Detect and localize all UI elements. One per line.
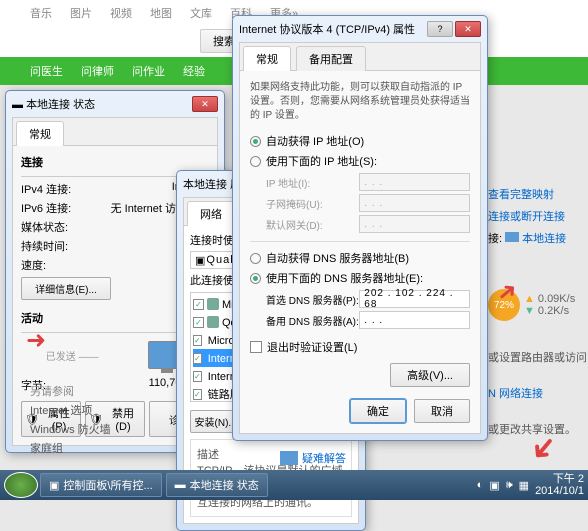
see-also-label: 另请参阅 — [30, 383, 111, 399]
download-meter: ▼0.2K/s — [524, 305, 575, 317]
link-connect[interactable]: 连接或断开连接 — [488, 208, 588, 224]
task-control-panel[interactable]: ▣控制面板\所有控... — [40, 473, 162, 497]
dns2-label: 备用 DNS 服务器(A): — [266, 313, 359, 328]
ok-button[interactable]: 确定 — [350, 399, 406, 423]
radio-use-ip[interactable] — [250, 156, 261, 167]
nav-link[interactable]: 图片 — [70, 5, 92, 21]
left-links: 另请参阅 Internet 选项 Windows 防火墙 家庭组 — [30, 380, 111, 459]
text-router: 或设置路由器或访问 — [488, 349, 588, 365]
network-icon: ▬ — [175, 479, 186, 491]
tray-icon[interactable]: ▣ — [489, 479, 499, 492]
network-icon: ▬ — [12, 99, 26, 111]
tray-icon[interactable]: ◐ — [477, 479, 484, 491]
radio-auto-dns[interactable] — [250, 253, 261, 264]
subnet-field: . . . — [359, 194, 470, 212]
section-connection: 连接 — [21, 154, 209, 170]
tray-icon[interactable]: 🕪 — [506, 479, 513, 492]
right-panel: 查看完整映射 连接或断开连接 接: 本地连接 ➜ 72% ▲0.09K/s ▼0… — [488, 180, 588, 437]
green-link[interactable]: 问作业 — [132, 63, 165, 79]
link-internet-options[interactable]: Internet 选项 — [30, 402, 111, 418]
task-local-conn[interactable]: ▬本地连接 状态 — [166, 473, 268, 497]
checkbox[interactable]: ✓ — [193, 299, 204, 310]
folder-icon: ▣ — [49, 479, 59, 492]
link-view-map[interactable]: 查看完整映射 — [488, 186, 588, 202]
radio-label: 自动获得 DNS 服务器地址(B) — [266, 250, 409, 266]
checkbox[interactable]: ✓ — [193, 389, 202, 400]
link-firewall[interactable]: Windows 防火墙 — [30, 421, 111, 437]
system-tray[interactable]: ◐ ▣ 🕪 ▦ 下午 2 2014/10/1 — [477, 473, 584, 497]
speed-label: 速度: — [21, 257, 46, 273]
nav-link[interactable]: 地图 — [150, 5, 172, 21]
upload-meter: ▲0.09K/s — [524, 293, 575, 305]
clock-time: 下午 2 — [535, 473, 584, 485]
green-link[interactable]: 经验 — [183, 63, 205, 79]
nav-link[interactable]: 视频 — [110, 5, 132, 21]
media-label: 媒体状态: — [21, 219, 68, 235]
taskbar: ▣控制面板\所有控... ▬本地连接 状态 ◐ ▣ 🕪 ▦ 下午 2 2014/… — [0, 470, 588, 500]
component-icon — [207, 316, 219, 328]
help-button[interactable]: ? — [427, 21, 453, 37]
dns1-field[interactable]: 202 . 102 . 224 . 68 — [359, 290, 470, 308]
cancel-button[interactable]: 取消 — [414, 399, 470, 423]
ipv4-label: IPv4 连接: — [21, 181, 71, 197]
checkbox[interactable]: ✓ — [193, 353, 202, 364]
duration-label: 持续时间: — [21, 238, 68, 254]
link-local-conn[interactable]: 本地连接 — [522, 233, 566, 245]
link-homegroup[interactable]: 家庭组 — [30, 440, 111, 456]
details-button[interactable]: 详细信息(E)... — [21, 277, 111, 300]
radio-auto-ip[interactable] — [250, 136, 261, 147]
monitor-icon — [280, 451, 298, 465]
dns1-label: 首选 DNS 服务器(P): — [266, 292, 359, 307]
ipv6-label: IPv6 连接: — [21, 200, 71, 216]
nav-link[interactable]: 文库 — [190, 5, 212, 21]
radio-label: 自动获得 IP 地址(O) — [266, 133, 364, 149]
gateway-label: 默认网关(D): — [266, 217, 359, 232]
close-button[interactable]: ✕ — [192, 96, 218, 112]
checkbox[interactable]: ✓ — [193, 317, 204, 328]
tab-alternate[interactable]: 备用配置 — [296, 46, 366, 71]
window-title: Internet 协议版本 4 (TCP/IPv4) 属性 — [239, 21, 415, 37]
connection-label: 接: — [488, 233, 505, 245]
clock-date: 2014/10/1 — [535, 485, 584, 497]
connection-icon — [505, 232, 519, 242]
subnet-label: 子网掩码(U): — [266, 196, 359, 211]
text-sharing: 或更改共享设置。 — [488, 421, 588, 437]
tab-general[interactable]: 常规 — [16, 121, 64, 146]
radio-label: 使用下面的 DNS 服务器地址(E): — [266, 270, 423, 286]
tab-network[interactable]: 网络 — [187, 201, 235, 226]
radio-use-dns[interactable] — [250, 273, 261, 284]
tray-icon[interactable]: ▦ — [519, 479, 529, 492]
checkbox[interactable]: ✓ — [193, 371, 202, 382]
checkbox[interactable]: ✓ — [193, 335, 202, 346]
gateway-field: . . . — [359, 215, 470, 233]
ip-address-field: . . . — [359, 173, 470, 191]
troubleshoot-link[interactable]: 疑难解答 — [280, 450, 346, 466]
dns2-field[interactable]: . . . — [359, 311, 470, 329]
adapter-icon: ▣ — [195, 254, 206, 267]
window-title: ▬ 本地连接 状态 — [12, 96, 95, 112]
validate-label: 退出时验证设置(L) — [267, 339, 357, 355]
nav-link[interactable]: 音乐 — [30, 5, 52, 21]
close-button[interactable]: ✕ — [455, 21, 481, 37]
radio-label: 使用下面的 IP 地址(S): — [266, 153, 377, 169]
sent-label: 已发送 —— — [46, 348, 99, 363]
tab-general[interactable]: 常规 — [243, 46, 291, 71]
validate-checkbox[interactable] — [250, 341, 262, 353]
progress-circle: 72% — [488, 289, 520, 321]
help-text: 如果网络支持此功能，则可以获取自动指派的 IP 设置。否则，您需要从网络系统管理… — [250, 81, 470, 123]
link-network[interactable]: N 网络连接 — [488, 385, 588, 401]
green-link[interactable]: 问医生 — [30, 63, 63, 79]
advanced-button[interactable]: 高级(V)... — [390, 363, 470, 387]
green-link[interactable]: 问律师 — [81, 63, 114, 79]
component-icon — [207, 298, 219, 310]
ip-address-label: IP 地址(I): — [266, 175, 359, 190]
ipv4-properties-window: Internet 协议版本 4 (TCP/IPv4) 属性 ? ✕ 常规 备用配… — [232, 15, 488, 441]
start-button[interactable] — [4, 472, 38, 498]
